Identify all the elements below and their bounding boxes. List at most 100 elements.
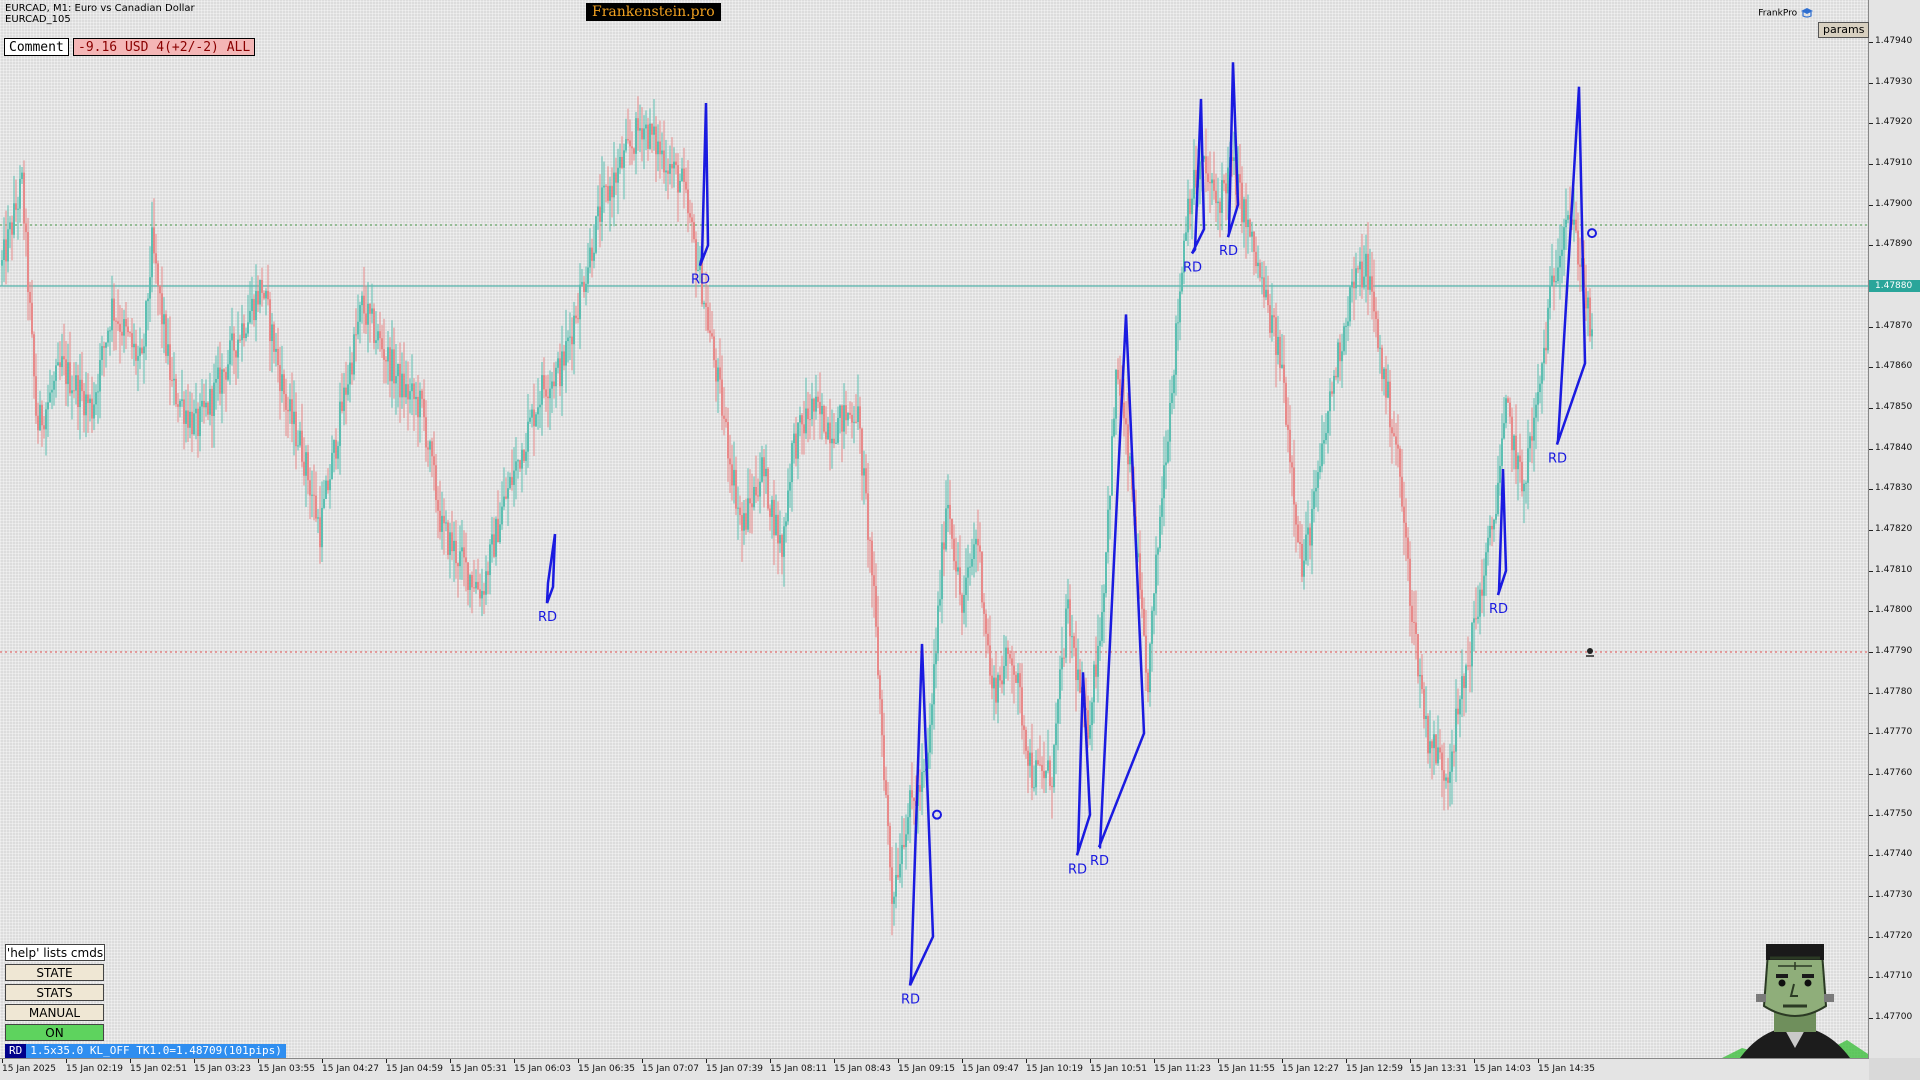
candle-body	[661, 150, 663, 155]
candle-body	[1011, 658, 1013, 666]
time-tick-label: 15 Jan 14:35	[1538, 1064, 1595, 1074]
candle-body	[579, 284, 581, 320]
candle-body	[473, 587, 475, 589]
candle-body	[1295, 504, 1297, 525]
candle-body	[203, 400, 205, 408]
time-tick-mark	[322, 1059, 323, 1063]
candle-body	[745, 513, 747, 530]
candle-body	[69, 362, 71, 394]
on-toggle-button[interactable]: ON	[5, 1024, 104, 1041]
candle-body	[1345, 325, 1347, 327]
candle-body	[583, 281, 585, 292]
candle-body	[651, 123, 653, 135]
candle-body	[871, 540, 873, 576]
candle-body	[1565, 219, 1567, 228]
candle-body	[1151, 610, 1153, 644]
candle-body	[1095, 664, 1097, 677]
candle-body	[755, 486, 757, 496]
help-button[interactable]: 'help' lists cmds	[5, 944, 105, 961]
candle-body	[707, 307, 709, 331]
candle-body	[1515, 435, 1517, 470]
candle-body	[581, 281, 583, 285]
candle-body	[173, 378, 175, 381]
candle-body	[1347, 321, 1349, 326]
price-chart[interactable]: RDRDRDRDRDRDRDRDRD	[0, 0, 1868, 1058]
candle-body	[1233, 157, 1235, 161]
candle-body	[1477, 616, 1479, 619]
candle-body	[751, 503, 753, 508]
candle-body	[347, 384, 349, 395]
candle-body	[727, 422, 729, 459]
candle-body	[5, 239, 7, 262]
comment-label: Comment	[4, 38, 69, 56]
manual-button[interactable]: MANUAL	[5, 1004, 104, 1021]
candle-body	[791, 443, 793, 483]
state-button[interactable]: STATE	[5, 964, 104, 981]
price-tick-mark	[1869, 448, 1873, 450]
candle-body	[227, 364, 229, 380]
candle-body	[3, 239, 5, 260]
stats-button[interactable]: STATS	[5, 984, 104, 1001]
params-button[interactable]: params	[1818, 22, 1870, 38]
brand-label[interactable]: Frankenstein.pro	[586, 3, 721, 21]
candle-body	[985, 613, 987, 634]
candle-body	[383, 349, 385, 360]
candle-body	[1309, 527, 1311, 546]
candle-body	[287, 409, 289, 412]
candle-body	[143, 346, 145, 354]
candle-body	[861, 428, 863, 476]
candle-body	[1275, 317, 1277, 355]
candle-body	[449, 532, 451, 555]
candle-body	[1187, 198, 1189, 233]
candle-body	[859, 406, 861, 429]
candle-body	[1493, 519, 1495, 530]
candle-body	[311, 494, 313, 496]
candle-body	[87, 394, 89, 404]
time-axis[interactable]: 15 Jan 2025 15 Jan 02:19 15 Jan 02:51 15 Ja…	[0, 1059, 1869, 1080]
candle-body	[521, 449, 523, 469]
time-tick-label: 15 Jan 02:19	[66, 1064, 123, 1074]
candle-body	[1219, 201, 1221, 213]
candle-body	[1043, 770, 1045, 779]
candle-body	[857, 406, 859, 423]
candle-body	[153, 227, 155, 254]
candle-body	[27, 232, 29, 292]
candle-body	[663, 150, 665, 173]
candle-body	[773, 499, 775, 536]
candle-body	[199, 406, 201, 437]
candle-body	[239, 339, 241, 341]
candle-body	[1221, 180, 1223, 213]
candle-body	[549, 388, 551, 399]
candle-body	[527, 421, 529, 452]
signal-label: RD	[1090, 854, 1109, 869]
candle-body	[1575, 219, 1577, 231]
candle-body	[811, 398, 813, 420]
price-axis[interactable]: 1.47940 1.47930 1.47920 1.47910 1.47900 1.478…	[1869, 0, 1920, 1058]
time-tick-label: 15 Jan 10:51	[1090, 1064, 1147, 1074]
candle-body	[529, 417, 531, 422]
candle-body	[1175, 323, 1177, 375]
candle-body	[79, 379, 81, 407]
candle-body	[97, 391, 99, 393]
candle-body	[555, 367, 557, 387]
candle-body	[721, 379, 723, 416]
candle-body	[949, 504, 951, 519]
chart-area[interactable]: RD RD RD RD RD RD RD RD RD EURCAD, M1: Euro vs C…	[0, 0, 1870, 1059]
time-tick-mark	[130, 1059, 131, 1063]
candle-body	[735, 469, 737, 509]
candle-body	[1421, 674, 1423, 690]
candle-body	[495, 518, 497, 557]
candle-body	[1439, 747, 1441, 753]
account-label: FrankPro	[1758, 7, 1814, 19]
candle-body	[1383, 368, 1385, 380]
candle-body	[327, 480, 329, 491]
candle-body	[1443, 770, 1445, 781]
candle-body	[85, 394, 87, 416]
time-tick-mark	[66, 1059, 67, 1063]
candle-body	[323, 498, 325, 508]
candle-body	[1263, 277, 1265, 298]
candle-body	[57, 362, 59, 366]
candle-body	[769, 508, 771, 517]
candle-body	[873, 575, 875, 587]
signal-zigzag	[545, 533, 557, 604]
